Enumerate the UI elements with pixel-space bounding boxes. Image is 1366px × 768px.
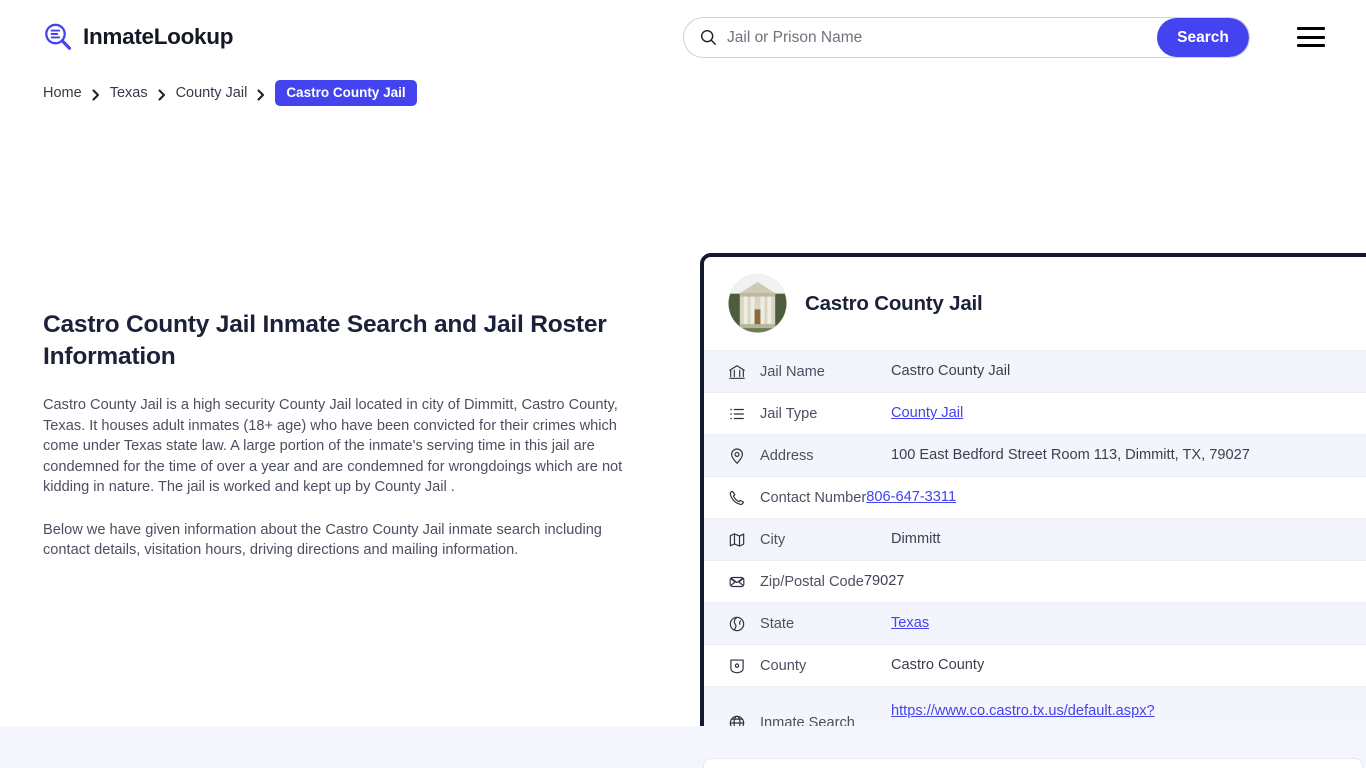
map-pin-icon (728, 447, 746, 465)
row-label-contact-number: Contact Number (760, 489, 867, 506)
envelope-icon (728, 573, 746, 591)
row-label-county: County (760, 657, 807, 674)
lower-section (0, 726, 1366, 768)
row-value-state-link[interactable]: Texas (891, 612, 929, 635)
row-label-jail-type: Jail Type (760, 405, 818, 422)
search-button[interactable]: Search (1157, 18, 1249, 57)
jail-info-card: Castro County Jail Jail Name Castro Coun… (700, 253, 1366, 762)
map-icon (728, 531, 746, 549)
row-label-jail-name: Jail Name (760, 363, 825, 380)
header-search-bar: Search (683, 17, 1250, 58)
magnifier-list-logo-icon (42, 21, 74, 53)
globe-alt-icon (728, 615, 746, 633)
row-label-address: Address (760, 447, 814, 464)
table-row: City Dimmitt (704, 518, 1366, 560)
breadcrumb: Home Texas County Jail Castro County Jai… (43, 78, 1366, 108)
breadcrumb-item-home[interactable]: Home (43, 85, 82, 101)
hamburger-menu-icon[interactable] (1297, 24, 1327, 50)
row-value-county: Castro County (891, 657, 985, 673)
chevron-right-icon (256, 88, 266, 101)
table-row: Zip/Postal Code 79027 (704, 560, 1366, 602)
table-row: County Castro County (704, 644, 1366, 686)
jail-info-card-header: Castro County Jail (704, 257, 1366, 350)
county-icon (728, 657, 746, 675)
row-value-jail-type-link[interactable]: County Jail (891, 402, 963, 425)
bank-icon (728, 363, 746, 381)
table-row: State Texas (704, 602, 1366, 644)
page-title: Castro County Jail Inmate Search and Jai… (43, 311, 607, 370)
courthouse-photo-avatar (728, 274, 787, 333)
row-value-contact-number-link[interactable]: 806-647-3311 (866, 486, 956, 509)
search-icon (700, 29, 717, 46)
intro-column: Castro County Jail Inmate Search and Jai… (43, 309, 637, 561)
row-value-address: 100 East Bedford Street Room 113, Dimmit… (891, 447, 1250, 463)
row-label-city: City (760, 531, 786, 548)
table-row: Jail Name Castro County Jail (704, 350, 1366, 392)
list-icon (728, 405, 746, 423)
search-input[interactable] (727, 18, 1157, 57)
jail-card-title: Castro County Jail (805, 291, 983, 315)
table-row: Address 100 East Bedford Street Room 113… (704, 434, 1366, 476)
table-row: Contact Number 806-647-3311 (704, 476, 1366, 518)
menu-bar-2 (1297, 35, 1325, 39)
intro-paragraph-1: Castro County Jail is a high security Co… (43, 397, 623, 495)
menu-bar-1 (1297, 27, 1325, 30)
row-value-city: Dimmitt (891, 531, 941, 547)
lower-section-card (703, 758, 1363, 768)
table-row: Jail Type County Jail (704, 392, 1366, 434)
row-value-jail-name: Castro County Jail (891, 363, 1011, 379)
menu-bar-3 (1297, 44, 1325, 47)
site-header: InmateLookup Search (0, 0, 1366, 74)
breadcrumb-item-texas[interactable]: Texas (110, 85, 148, 101)
chevron-right-icon (157, 88, 167, 101)
intro-paragraph-2: Below we have given information about th… (43, 521, 602, 559)
row-value-zip-code: 79027 (863, 573, 905, 589)
phone-icon (728, 489, 746, 507)
brand-logo-link[interactable]: InmateLookup (42, 21, 233, 53)
row-label-zip-code: Zip/Postal Code (760, 573, 864, 590)
chevron-right-icon (91, 88, 101, 101)
breadcrumb-item-county-jail[interactable]: County Jail (176, 85, 248, 101)
row-label-state: State (760, 615, 795, 632)
search-field (684, 18, 1157, 57)
brand-name: InmateLookup (83, 24, 234, 49)
main-content: Castro County Jail Inmate Search and Jai… (0, 108, 1366, 762)
breadcrumb-current-page: Castro County Jail (275, 80, 417, 106)
